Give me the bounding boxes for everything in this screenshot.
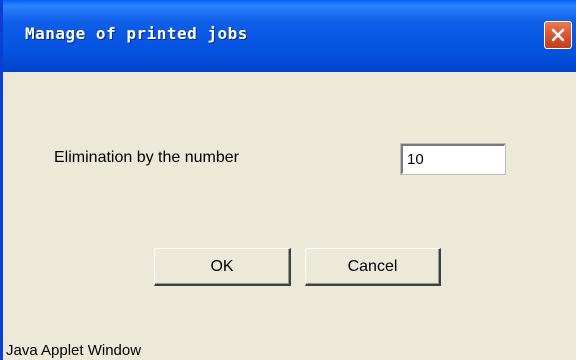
applet-warning-label: Java Applet Window (6, 342, 142, 359)
close-icon (551, 28, 565, 42)
close-button[interactable] (544, 21, 572, 49)
ok-button[interactable]: OK (154, 248, 291, 286)
window-title: Manage of printed jobs (25, 24, 248, 43)
elimination-label: Elimination by the number (54, 149, 239, 166)
dialog-window: Manage of printed jobs Elimination by th… (0, 0, 576, 360)
title-bar[interactable]: Manage of printed jobs (3, 0, 576, 72)
elimination-number-input[interactable] (400, 143, 506, 175)
dialog-body: Elimination by the number OK Cancel Java… (6, 72, 576, 360)
cancel-button[interactable]: Cancel (305, 248, 441, 286)
